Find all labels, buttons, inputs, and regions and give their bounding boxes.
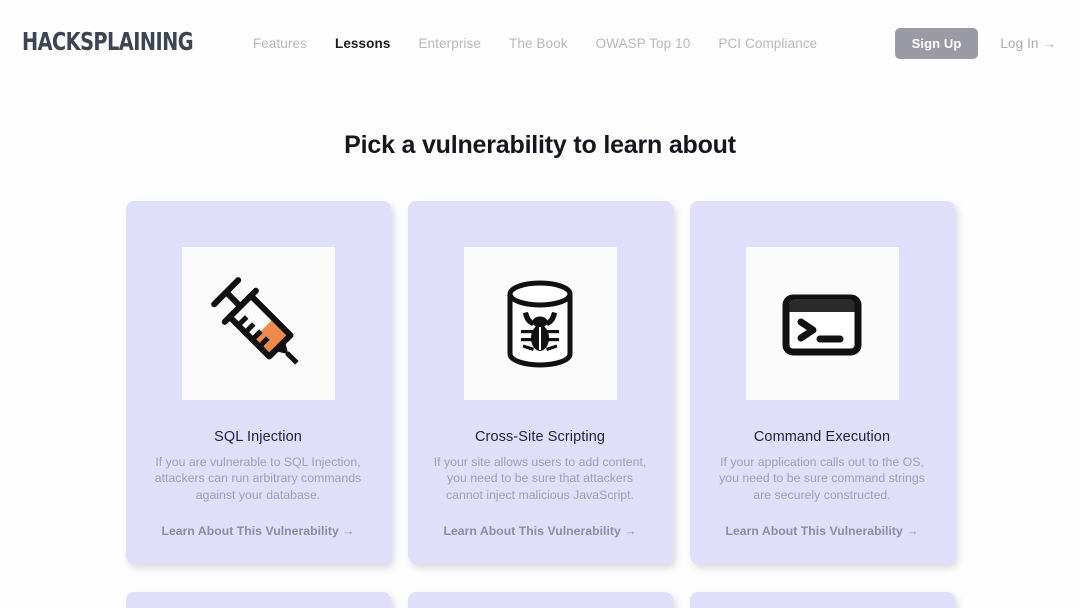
card-learn-more-link[interactable]: Learn About This Vulnerability → — [725, 524, 918, 538]
nav-item-the-book[interactable]: The Book — [509, 36, 568, 51]
card-description: If you are vulnerable to SQL Injection, … — [154, 455, 362, 502]
card-icon-panel — [463, 247, 617, 400]
nav-item-owasp-top-10[interactable]: OWASP Top 10 — [596, 36, 691, 51]
nav-item-pci-compliance[interactable]: PCI Compliance — [718, 36, 817, 51]
syringe-icon — [211, 276, 299, 365]
vulnerability-card-row2-col3[interactable] — [689, 592, 955, 608]
top-navigation-bar: Hacksplaining Features Lessons Enterpris… — [0, 0, 1080, 86]
page-title: Pick a vulnerability to learn about — [344, 131, 736, 159]
card-icon-panel — [181, 247, 335, 400]
site-logo[interactable]: Hacksplaining — [22, 30, 194, 55]
sign-up-button[interactable]: Sign Up — [894, 27, 979, 59]
nav-actions: Sign Up Log In → — [894, 27, 1056, 59]
card-learn-more-link[interactable]: Learn About This Vulnerability → — [443, 524, 636, 538]
log-in-link[interactable]: Log In → — [1000, 36, 1056, 51]
card-learn-more-link[interactable]: Learn About This Vulnerability → — [161, 524, 354, 538]
vulnerability-card-cross-site-scripting[interactable]: Cross-Site Scripting If your site allows… — [407, 201, 673, 565]
card-title: Cross-Site Scripting — [474, 429, 606, 445]
vulnerability-card-row2-col2[interactable] — [407, 592, 673, 608]
vulnerability-card-command-execution[interactable]: Command Execution If your application ca… — [689, 201, 955, 565]
vulnerability-card-row2-col1[interactable] — [125, 592, 391, 608]
card-title: SQL Injection — [214, 429, 302, 445]
card-title: Command Execution — [753, 429, 891, 445]
card-description: If your site allows users to add content… — [433, 455, 647, 502]
vulnerability-card-sql-injection[interactable]: SQL Injection If you are vulnerable to S… — [125, 201, 391, 565]
card-icon-panel — [745, 247, 899, 400]
nav-item-enterprise[interactable]: Enterprise — [418, 36, 481, 51]
vulnerability-card-grid: SQL Injection If you are vulnerable to S… — [0, 201, 1080, 608]
database-bug-icon — [507, 280, 573, 367]
nav-item-lessons[interactable]: Lessons — [335, 36, 390, 51]
terminal-icon — [782, 294, 862, 355]
card-description: If your application calls out to the OS,… — [719, 455, 925, 502]
nav-links: Features Lessons Enterprise The Book OWA… — [253, 36, 817, 51]
nav-item-features[interactable]: Features — [253, 36, 307, 51]
